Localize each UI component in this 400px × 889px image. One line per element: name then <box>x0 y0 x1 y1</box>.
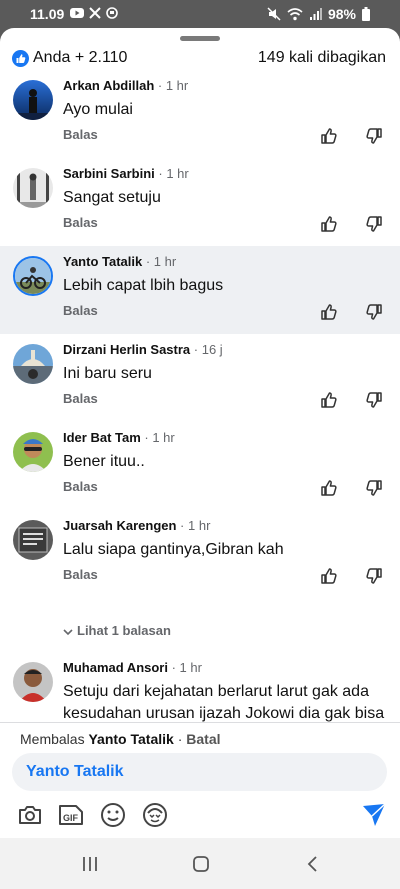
comment-time: 1 hr <box>152 430 175 445</box>
reply-button[interactable]: Balas <box>63 127 98 142</box>
reply-button[interactable]: Balas <box>63 303 98 318</box>
signal-icon <box>309 7 322 20</box>
comment-item: Sarbini Sarbini · 1 hr Sangat setuju Bal… <box>0 158 400 246</box>
system-nav-bar <box>0 838 400 889</box>
cancel-reply-button[interactable]: Batal <box>186 731 220 747</box>
thumbs-down-icon[interactable] <box>364 126 384 146</box>
reactions-count[interactable]: Anda + 2.110 <box>33 49 127 67</box>
shares-count[interactable]: 149 kali dibagikan <box>258 49 386 67</box>
recent-apps-icon[interactable] <box>79 853 101 875</box>
thumbs-up-icon[interactable] <box>319 126 339 146</box>
comment-text: Lebih capat lbih bagus <box>63 277 224 294</box>
comment-item-highlighted: Yanto Tatalik · 1 hr Lebih capat lbih ba… <box>0 246 400 334</box>
comment-time: 1 hr <box>179 660 202 675</box>
send-icon[interactable] <box>360 801 388 829</box>
home-icon[interactable] <box>190 853 212 875</box>
thumbs-down-icon[interactable] <box>364 478 384 498</box>
comment-input[interactable]: Yanto Tatalik <box>12 753 387 791</box>
thumbs-down-icon[interactable] <box>364 390 384 410</box>
like-reaction-icon <box>12 50 29 67</box>
reply-button[interactable]: Balas <box>63 215 98 230</box>
comment-text: Setuju dari kejahatan berlarut larut gak… <box>63 683 385 722</box>
avatar[interactable] <box>13 168 53 208</box>
thumbs-up-icon[interactable] <box>319 302 339 322</box>
comment-time: 1 hr <box>166 166 189 181</box>
avatar[interactable] <box>13 344 53 384</box>
comment-author[interactable]: Muhamad Ansori · 1 hr <box>63 660 202 675</box>
reply-button[interactable]: Balas <box>63 391 98 406</box>
comment-time: 16 j <box>201 342 223 357</box>
svg-text:GIF: GIF <box>63 813 79 823</box>
comment-author[interactable]: Yanto Tatalik · 1 hr <box>63 254 176 269</box>
back-icon[interactable] <box>302 853 324 875</box>
comment-item: Juarsah Karengen · 1 hr Lalu siapa ganti… <box>0 510 400 598</box>
comment-time: 1 hr <box>153 254 177 269</box>
drag-handle[interactable] <box>180 36 220 41</box>
youtube-icon <box>70 8 84 18</box>
comment-author[interactable]: Ider Bat Tam · 1 hr <box>63 430 175 445</box>
comment-time: 1 hr <box>165 78 189 93</box>
mention-tag: Yanto Tatalik <box>26 763 124 780</box>
comment-text: Lalu siapa gantinya,Gibran kah <box>63 541 284 558</box>
avatar[interactable] <box>13 432 53 472</box>
battery-icon <box>362 7 370 21</box>
comment-time: 1 hr <box>188 518 211 533</box>
view-replies-link[interactable]: Lihat 1 balasan <box>63 623 171 638</box>
replying-to-name[interactable]: Yanto Tatalik <box>88 731 173 747</box>
status-right: 98% <box>267 6 370 22</box>
comments-sheet: Anda + 2.110 149 kali dibagikan Arkan Ab… <box>0 28 400 838</box>
camera-icon[interactable] <box>16 801 44 829</box>
thumbs-up-icon[interactable] <box>319 390 339 410</box>
avatar[interactable] <box>13 520 53 560</box>
emoji-icon[interactable] <box>99 801 127 829</box>
thumbs-down-icon[interactable] <box>364 214 384 234</box>
replying-to-line: Membalas Yanto Tatalik · Batal <box>20 731 221 747</box>
comment-author[interactable]: Sarbini Sarbini · 1 hr <box>63 166 189 181</box>
status-time: 11.09 <box>30 6 65 22</box>
wifi-icon <box>287 7 303 20</box>
battery-percent: 98% <box>327 6 356 22</box>
avatar-sticker-icon[interactable] <box>141 801 169 829</box>
comments-list: Arkan Abdillah · 1 hr Ayo mulai Balas Sa… <box>0 70 400 722</box>
avatar[interactable] <box>13 256 53 296</box>
comment-item: Arkan Abdillah · 1 hr Ayo mulai Balas <box>0 70 400 158</box>
circle-status-icon <box>106 7 118 19</box>
mute-icon <box>267 7 281 21</box>
thumbs-up-icon[interactable] <box>319 214 339 234</box>
status-notification-icons <box>70 7 118 19</box>
thumbs-up-icon[interactable] <box>319 566 339 586</box>
thumbs-up-icon[interactable] <box>319 478 339 498</box>
comment-item: Muhamad Ansori · 1 hr Setuju dari kejaha… <box>0 652 400 722</box>
reply-button[interactable]: Balas <box>63 479 98 494</box>
comment-author[interactable]: Arkan Abdillah · 1 hr <box>63 78 188 93</box>
comment-author[interactable]: Juarsah Karengen · 1 hr <box>63 518 210 533</box>
composer-toolbar: GIF <box>0 799 400 831</box>
comment-text: Bener ituu.. <box>63 453 145 470</box>
comment-text: Ini baru seru <box>63 365 152 382</box>
gif-icon[interactable]: GIF <box>57 801 85 829</box>
comment-item: Dirzani Herlin Sastra · 16 j Ini baru se… <box>0 334 400 422</box>
x-icon <box>89 7 101 19</box>
comment-text: Ayo mulai <box>63 101 133 118</box>
avatar[interactable] <box>13 80 53 120</box>
chevron-down-icon <box>63 628 73 635</box>
thumbs-down-icon[interactable] <box>364 566 384 586</box>
reply-composer: Membalas Yanto Tatalik · Batal Yanto Tat… <box>0 722 400 838</box>
comment-author[interactable]: Dirzani Herlin Sastra · 16 j <box>63 342 223 357</box>
avatar[interactable] <box>13 662 53 702</box>
reply-button[interactable]: Balas <box>63 567 98 582</box>
comment-item: Ider Bat Tam · 1 hr Bener ituu.. Balas <box>0 422 400 510</box>
thumbs-down-icon[interactable] <box>364 302 384 322</box>
comment-text: Sangat setuju <box>63 189 161 206</box>
status-bar: 11.09 98% <box>0 0 400 30</box>
